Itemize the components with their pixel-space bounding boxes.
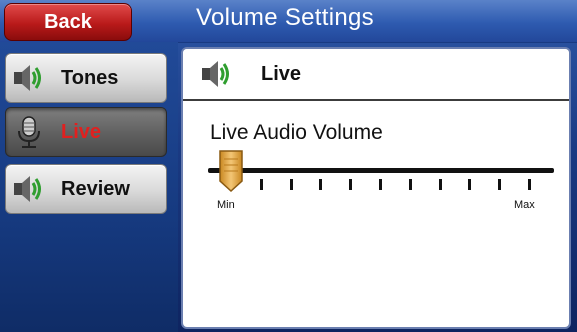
sidebar-item-tones[interactable]: Tones bbox=[5, 53, 167, 103]
slider-tick bbox=[408, 179, 412, 190]
slider-min-label: Min bbox=[217, 199, 235, 211]
slider-tick bbox=[259, 179, 263, 190]
slider-max-label: Max bbox=[514, 199, 535, 211]
slider-tick bbox=[438, 179, 442, 190]
slider-thumb[interactable] bbox=[218, 149, 244, 193]
microphone-icon bbox=[18, 116, 40, 148]
device-screen: Back Volume Settings Tones Live Review L… bbox=[0, 0, 577, 332]
slider-tick bbox=[319, 179, 323, 190]
content-header: Live bbox=[183, 49, 569, 101]
sidebar-item-live[interactable]: Live bbox=[5, 107, 167, 157]
sidebar-item-label: Review bbox=[61, 177, 130, 200]
speaker-icon bbox=[14, 176, 41, 202]
sidebar-nav: Tones Live Review bbox=[0, 42, 178, 332]
content-title: Live bbox=[261, 63, 302, 85]
speaker-icon bbox=[14, 65, 41, 91]
sidebar-item-label: Tones bbox=[61, 66, 119, 89]
sidebar-item-review[interactable]: Review bbox=[5, 164, 167, 214]
title-bar: Back Volume Settings bbox=[0, 0, 577, 43]
slider-tick bbox=[379, 179, 382, 190]
slider-tick bbox=[498, 179, 502, 190]
volume-slider-label: Live Audio Volume bbox=[210, 121, 383, 144]
slider-tick bbox=[528, 179, 531, 190]
content-panel: Live Live Audio Volume Min Max bbox=[181, 47, 571, 329]
slider-tick bbox=[289, 179, 293, 190]
slider-tick bbox=[468, 179, 472, 190]
page-title: Volume Settings bbox=[196, 4, 374, 31]
speaker-icon bbox=[202, 61, 229, 87]
slider-track[interactable] bbox=[208, 168, 554, 173]
back-button[interactable]: Back bbox=[4, 3, 132, 41]
slider-tick bbox=[349, 179, 353, 190]
sidebar-item-label: Live bbox=[61, 120, 102, 143]
